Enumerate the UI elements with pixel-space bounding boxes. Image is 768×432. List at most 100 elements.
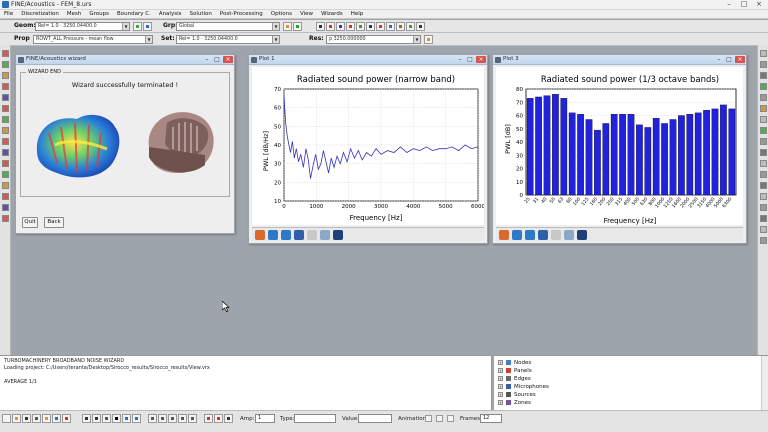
maximize-icon[interactable]: □ [737,0,751,9]
expand-icon[interactable]: + [498,376,503,381]
print-icon[interactable] [32,414,41,423]
minimize-icon[interactable]: – [722,0,736,9]
zoom-fit-icon[interactable] [132,414,141,423]
pan-icon[interactable] [538,230,548,240]
expand-icon[interactable]: + [498,384,503,389]
save-icon[interactable] [333,230,343,240]
axis-icon[interactable] [214,414,223,423]
tool-icon[interactable] [760,149,767,156]
tool-icon[interactable] [2,50,9,57]
tool-icon[interactable] [62,414,71,423]
grp-tool-2[interactable] [293,22,302,31]
view-tool-4[interactable] [346,22,355,31]
tool-icon[interactable] [760,83,767,90]
geom-tool-1[interactable] [133,22,142,31]
tool-icon[interactable] [760,204,767,211]
view-tool-7[interactable] [376,22,385,31]
tool-icon[interactable] [2,83,9,90]
value-select[interactable] [358,414,392,423]
view-tool-2[interactable] [326,22,335,31]
tool-icon[interactable] [760,182,767,189]
save-icon[interactable] [577,230,587,240]
tool-icon[interactable] [2,116,9,123]
quit-button[interactable]: Quit [22,217,38,228]
close-icon[interactable]: × [735,56,745,63]
prop-select[interactable]: ROWT_ALL Pressure - mean flow ▼ [33,35,153,44]
tool-icon[interactable] [2,149,9,156]
forward-icon[interactable] [281,230,291,240]
menu-view[interactable]: View [296,10,317,18]
tool-icon[interactable] [760,171,767,178]
back-icon[interactable] [268,230,278,240]
configure-icon[interactable] [564,230,574,240]
info-icon[interactable] [52,414,61,423]
view-tool-5[interactable] [356,22,365,31]
axis-icon[interactable] [224,414,233,423]
zoom-icon[interactable] [307,230,317,240]
tool-icon[interactable] [760,116,767,123]
tree-item-sources[interactable]: + Sources [498,391,536,399]
tool-icon[interactable] [760,127,767,134]
help-icon[interactable] [42,414,51,423]
home-icon[interactable] [255,230,265,240]
tool-icon[interactable] [2,160,9,167]
maximize-icon[interactable]: □ [465,56,475,63]
tree-scrollbar[interactable] [761,356,768,411]
tool-icon[interactable] [760,193,767,200]
close-icon[interactable]: × [752,0,766,9]
rotate-icon[interactable] [168,414,177,423]
view-tool-11[interactable] [416,22,425,31]
rotate-icon[interactable] [148,414,157,423]
minimize-icon[interactable]: – [202,56,212,63]
tree-item-edges[interactable]: + Edges [498,375,531,383]
tool-icon[interactable] [760,50,767,57]
zoom-icon[interactable] [122,414,131,423]
home-icon[interactable] [499,230,509,240]
menu-groups[interactable]: Groups [85,10,113,18]
tool-icon[interactable] [92,414,101,423]
forward-icon[interactable] [525,230,535,240]
menu-file[interactable]: File [0,10,17,18]
frames-input[interactable]: 12 [480,414,502,423]
animation-checkbox-2[interactable] [436,415,443,422]
tool-icon[interactable] [2,182,9,189]
tree-item-zones[interactable]: + Zones [498,399,531,407]
tool-icon[interactable] [760,215,767,222]
view-tool-10[interactable] [406,22,415,31]
tool-icon[interactable] [2,193,9,200]
tool-icon[interactable] [102,414,111,423]
back-button[interactable]: Back [44,217,64,228]
menu-help[interactable]: Help [347,10,368,18]
tool-icon[interactable] [760,61,767,68]
amp-input[interactable]: 1 [255,414,275,423]
type-select[interactable] [294,414,336,423]
tool-icon[interactable] [760,72,767,79]
tool-icon[interactable] [760,226,767,233]
menu-solution[interactable]: Solution [185,10,215,18]
back-icon[interactable] [512,230,522,240]
animation-checkbox-3[interactable] [447,415,454,422]
grp-select[interactable]: Global ▼ [176,22,280,31]
pan-icon[interactable] [294,230,304,240]
tool-icon[interactable] [760,138,767,145]
rotate-icon[interactable] [158,414,167,423]
menu-wizards[interactable]: Wizards [317,10,347,18]
tool-icon[interactable] [2,61,9,68]
res-select[interactable]: p 3250.000000 ▼ [326,35,421,44]
menu-mesh[interactable]: Mesh [63,10,85,18]
geom-select[interactable]: Rel= 1.0 · 3250.04400.0 ▼ [35,22,130,31]
new-icon[interactable] [2,414,11,423]
view-tool-6[interactable] [366,22,375,31]
axis-icon[interactable] [204,414,213,423]
close-icon[interactable]: × [476,56,486,63]
minimize-icon[interactable]: – [455,56,465,63]
expand-icon[interactable]: + [498,400,503,405]
zoom-icon[interactable] [551,230,561,240]
rotate-icon[interactable] [188,414,197,423]
menu-analysis[interactable]: Analysis [155,10,186,18]
tree-item-panels[interactable]: + Panels [498,367,532,375]
menu-discretization[interactable]: Discretization [17,10,63,18]
expand-icon[interactable]: + [498,368,503,373]
tool-icon[interactable] [2,215,9,222]
menu-boundary-conditions[interactable]: Boundary C. [113,10,155,18]
